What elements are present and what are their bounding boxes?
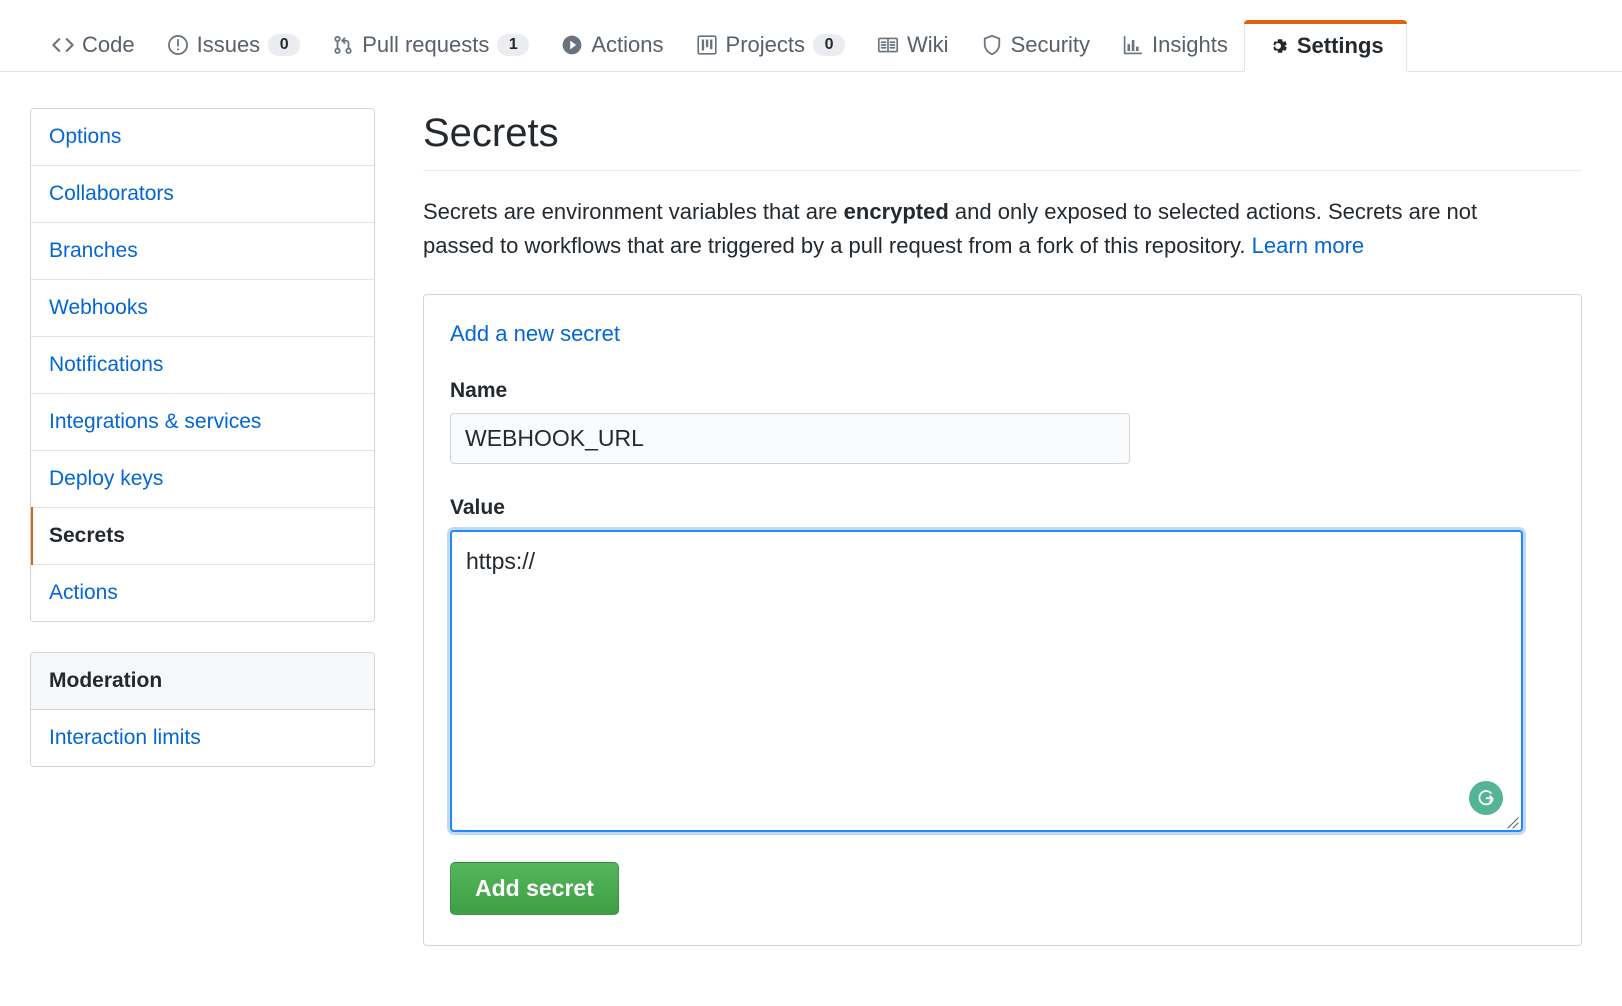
repo-nav: Code Issues 0 Pull requests 1 Actions Pr… (0, 0, 1622, 72)
secret-name-input[interactable] (450, 413, 1130, 465)
nav-tab-label: Settings (1296, 33, 1384, 58)
settings-menu-moderation: Moderation Interaction limits (30, 652, 375, 767)
nav-tab-settings[interactable]: Settings (1243, 20, 1407, 72)
nav-tab-label: Actions (591, 32, 664, 57)
project-icon (696, 34, 718, 56)
nav-tab-label: Wiki (907, 32, 949, 57)
issue-icon (167, 34, 189, 56)
issues-counter: 0 (268, 34, 301, 56)
nav-tab-pull-requests[interactable]: Pull requests 1 (316, 19, 545, 71)
menu-heading-moderation: Moderation (31, 653, 374, 710)
gear-icon (1267, 35, 1289, 57)
grammarly-icon[interactable] (1469, 781, 1503, 816)
sidebar-item-collaborators[interactable]: Collaborators (31, 166, 374, 223)
sidebar-item-deploy-keys[interactable]: Deploy keys (31, 451, 374, 508)
code-icon (52, 34, 74, 56)
shield-icon (981, 34, 1003, 56)
pr-icon (332, 34, 354, 56)
sidebar-item-branches[interactable]: Branches (31, 223, 374, 280)
graph-icon (1122, 34, 1144, 56)
sidebar-item-interaction-limits[interactable]: Interaction limits (31, 710, 374, 766)
secrets-description: Secrets are environment variables that a… (423, 195, 1538, 263)
add-a-new-secret-link[interactable]: Add a new secret (450, 321, 620, 347)
nav-tab-projects[interactable]: Projects 0 (680, 19, 861, 71)
pull-requests-counter: 1 (497, 34, 530, 56)
play-icon (561, 34, 583, 56)
settings-sidebar: Options Collaborators Branches Webhooks … (30, 108, 375, 946)
nav-tab-label: Issues (196, 32, 261, 57)
value-textarea-wrapper: https:// (450, 530, 1523, 833)
page-body: Options Collaborators Branches Webhooks … (0, 72, 1622, 947)
nav-tab-actions[interactable]: Actions (545, 19, 679, 71)
book-icon (877, 34, 899, 56)
secret-value-textarea[interactable]: https:// (450, 530, 1523, 833)
nav-tab-wiki[interactable]: Wiki (861, 19, 965, 71)
nav-tab-issues[interactable]: Issues 0 (151, 19, 317, 71)
nav-tab-label: Insights (1152, 32, 1228, 57)
sidebar-item-actions[interactable]: Actions (31, 565, 374, 621)
nav-tab-label: Security (1010, 32, 1091, 57)
sidebar-item-notifications[interactable]: Notifications (31, 337, 374, 394)
name-field-label: Name (450, 379, 508, 403)
sidebar-item-webhooks[interactable]: Webhooks (31, 280, 374, 337)
sidebar-item-integrations-services[interactable]: Integrations & services (31, 394, 374, 451)
projects-counter: 0 (813, 34, 846, 56)
nav-tab-label: Projects (725, 32, 806, 57)
add-secret-form: Add a new secret Name Value https:// (423, 294, 1582, 947)
page-title: Secrets (423, 108, 1582, 171)
settings-menu-primary: Options Collaborators Branches Webhooks … (30, 108, 375, 622)
intro-text-encrypted: encrypted (843, 199, 949, 224)
learn-more-link[interactable]: Learn more (1252, 233, 1365, 258)
nav-tab-code[interactable]: Code (36, 19, 151, 71)
nav-tab-security[interactable]: Security (965, 19, 1106, 71)
main-content: Secrets Secrets are environment variable… (423, 108, 1582, 947)
nav-tab-label: Code (82, 32, 135, 57)
add-secret-button[interactable]: Add secret (450, 862, 619, 916)
textarea-resize-handle[interactable] (1503, 813, 1519, 829)
nav-tab-label: Pull requests (362, 32, 490, 57)
value-field-label: Value (450, 496, 505, 520)
sidebar-item-options[interactable]: Options (31, 109, 374, 166)
sidebar-item-secrets[interactable]: Secrets (31, 507, 374, 565)
intro-text-part1: Secrets are environment variables that a… (423, 199, 844, 224)
nav-tab-insights[interactable]: Insights (1106, 19, 1244, 71)
